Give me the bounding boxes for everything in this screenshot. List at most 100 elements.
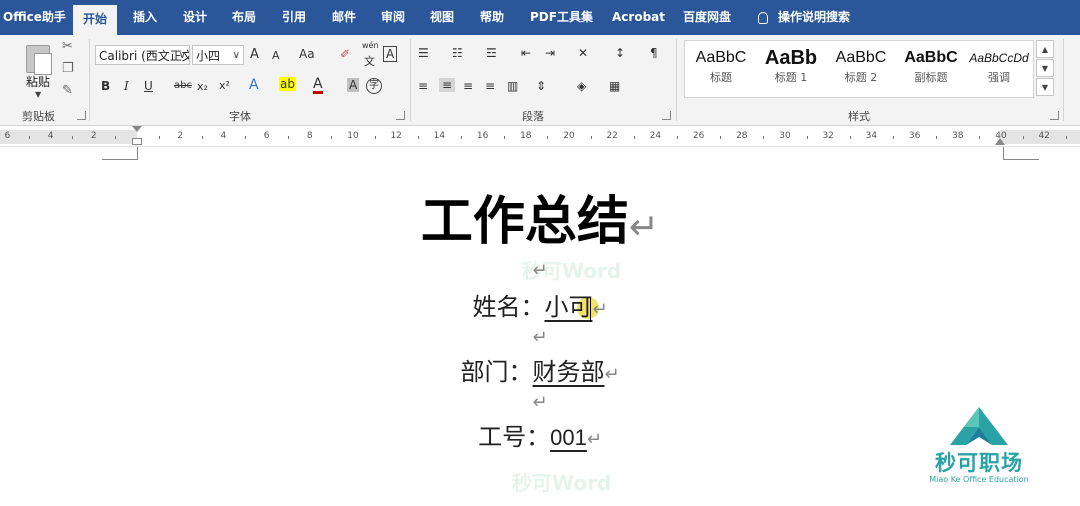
empty-paragraph[interactable]: ↵ (0, 392, 1080, 413)
tab-review[interactable]: 审阅 (381, 0, 405, 35)
gallery-down-icon[interactable]: ▼ (1036, 59, 1054, 77)
superscript-button[interactable]: x² (219, 79, 230, 92)
style-sample: AaBbCcDd (969, 51, 1029, 65)
tab-office-assistant[interactable]: Office助手 (3, 0, 66, 35)
department-label: 部门： (460, 358, 533, 386)
borders-icon[interactable]: ▦ (609, 79, 620, 93)
brand-subtitle: Miao Ke Office Education (929, 475, 1029, 484)
tab-pdf-tools[interactable]: PDF工具集 (530, 0, 593, 35)
distributed-icon[interactable]: ▥ (507, 79, 518, 93)
style-sample: AaBbC (695, 49, 747, 66)
department-paragraph[interactable]: 部门：财务部↵ (0, 352, 1080, 387)
chevron-down-icon[interactable]: ▼ (35, 90, 41, 99)
font-group-label: 字体 (229, 110, 251, 123)
font-color-button[interactable]: A (313, 77, 323, 94)
paragraph-mark: ↵ (628, 207, 660, 248)
paste-label: 粘贴 (26, 75, 51, 89)
format-painter-icon[interactable]: ✎ (62, 83, 73, 98)
chinese-layout-icon[interactable]: ✕ (578, 46, 588, 60)
copy-icon[interactable]: ❐ (62, 61, 74, 76)
paragraph-launcher-icon[interactable] (662, 111, 671, 120)
bullets-icon[interactable]: ☰ (418, 46, 429, 60)
text-effects-button[interactable]: A (249, 77, 259, 93)
styles-launcher-icon[interactable] (1050, 111, 1059, 120)
subscript-button[interactable]: x₂ (197, 80, 208, 93)
employee-id-paragraph[interactable]: 工号：001↵ (0, 417, 1080, 452)
first-line-indent-marker[interactable] (132, 126, 142, 132)
shrink-font-button[interactable]: A (272, 49, 280, 62)
tell-me-search[interactable]: 操作说明搜索 (758, 0, 850, 35)
clear-format-icon[interactable]: ✐ (340, 47, 350, 61)
ruler-tick (72, 136, 74, 139)
align-left-icon[interactable]: ≡ (418, 79, 428, 93)
style-title[interactable]: AaBbC 标题 (687, 45, 755, 93)
char-shading-button[interactable]: A (347, 78, 360, 92)
gallery-more-icon[interactable]: ▼ (1036, 78, 1054, 96)
ruler-tick (201, 136, 203, 139)
clipboard-launcher-icon[interactable] (77, 111, 86, 120)
tab-view[interactable]: 视图 (430, 0, 454, 35)
gallery-up-icon[interactable]: ▲ (1036, 40, 1054, 58)
sort-icon[interactable]: ↕ (615, 46, 625, 60)
ruler-number: 10 (347, 131, 359, 141)
style-emphasis[interactable]: AaBbCcDd 强调 (965, 45, 1033, 93)
empty-paragraph[interactable]: ↵ (0, 260, 1080, 281)
name-value[interactable]: 小可 (544, 293, 592, 321)
strikethrough-button[interactable]: abc (174, 80, 192, 91)
paper-icon (34, 53, 52, 75)
shading-icon[interactable]: ◈ (577, 79, 586, 93)
font-name-combo[interactable]: Calibri (西文正文) ∨ (95, 45, 190, 65)
underline-button[interactable]: U (144, 79, 153, 93)
ruler-number: 22 (606, 131, 618, 141)
numbering-icon[interactable]: ☷ (452, 46, 463, 60)
left-indent-marker[interactable] (132, 138, 142, 145)
increase-indent-icon[interactable]: ⇥ (545, 46, 555, 60)
tab-help[interactable]: 帮助 (480, 0, 504, 35)
tab-home[interactable]: 开始 (73, 5, 118, 35)
style-subtitle[interactable]: AaBbC 副标题 (897, 45, 965, 93)
ruler-tick (763, 136, 765, 139)
justify-icon[interactable]: ≡ (485, 79, 495, 93)
ruler-tick (979, 136, 981, 139)
cut-icon[interactable]: ✂ (62, 39, 73, 54)
align-right-icon[interactable]: ≡ (463, 79, 473, 93)
document-page[interactable]: 秒可Word 秒可Word 工作总结↵ ↵ 姓名：小可↵ ↵ 部门：财务部↵ ↵… (0, 147, 1080, 506)
tab-mailings[interactable]: 邮件 (332, 0, 356, 35)
enclose-char-button[interactable]: 字 (366, 78, 382, 94)
clipboard-group-label: 剪贴板 (22, 110, 55, 123)
tab-references[interactable]: 引用 (282, 0, 306, 35)
tab-acrobat[interactable]: Acrobat (612, 0, 665, 35)
tab-baidu-netdisk[interactable]: 百度网盘 (683, 0, 731, 35)
style-name: 副标题 (914, 71, 948, 84)
document-title[interactable]: 工作总结↵ (0, 179, 1080, 254)
bold-button[interactable]: B (101, 79, 110, 93)
show-marks-icon[interactable]: ¶ (650, 46, 658, 60)
tab-design[interactable]: 设计 (183, 0, 207, 35)
change-case-button[interactable]: Aa (299, 47, 315, 61)
pinyin-guide-button[interactable]: 文 (364, 53, 375, 69)
tab-layout[interactable]: 布局 (232, 0, 256, 35)
line-spacing-icon[interactable]: ⇕ (536, 79, 546, 93)
style-heading-1[interactable]: AaBb 标题 1 (757, 45, 825, 93)
group-divider (89, 39, 90, 121)
style-heading-2[interactable]: AaBbC 标题 2 (827, 45, 895, 93)
ruler-number: 32 (822, 131, 834, 141)
right-indent-marker[interactable] (995, 138, 1005, 145)
horizontal-ruler[interactable]: 6 4 2 2 4 6 8 10 12 14 16 18 20 22 24 26 28 30 32 34 36 38 40 4… (0, 126, 1080, 147)
grow-font-button[interactable]: A (250, 47, 259, 62)
styles-group-label: 样式 (848, 110, 870, 123)
multilevel-list-icon[interactable]: ☲ (486, 46, 497, 60)
char-border-button[interactable]: A (383, 46, 398, 62)
tab-insert[interactable]: 插入 (133, 0, 157, 35)
paragraph-group-label: 段落 (522, 110, 544, 123)
name-paragraph[interactable]: 姓名：小可↵ (0, 287, 1080, 322)
decrease-indent-icon[interactable]: ⇤ (521, 46, 531, 60)
italic-button[interactable]: I (124, 79, 129, 93)
department-value[interactable]: 财务部 (532, 358, 604, 386)
font-size-combo[interactable]: 小四 ∨ (192, 45, 244, 65)
align-center-icon[interactable]: ≡ (439, 78, 456, 92)
font-launcher-icon[interactable] (396, 111, 405, 120)
empty-paragraph[interactable]: ↵ (0, 327, 1080, 348)
employee-id-value[interactable]: 001 (550, 425, 587, 450)
highlight-button[interactable]: ab (279, 77, 296, 91)
